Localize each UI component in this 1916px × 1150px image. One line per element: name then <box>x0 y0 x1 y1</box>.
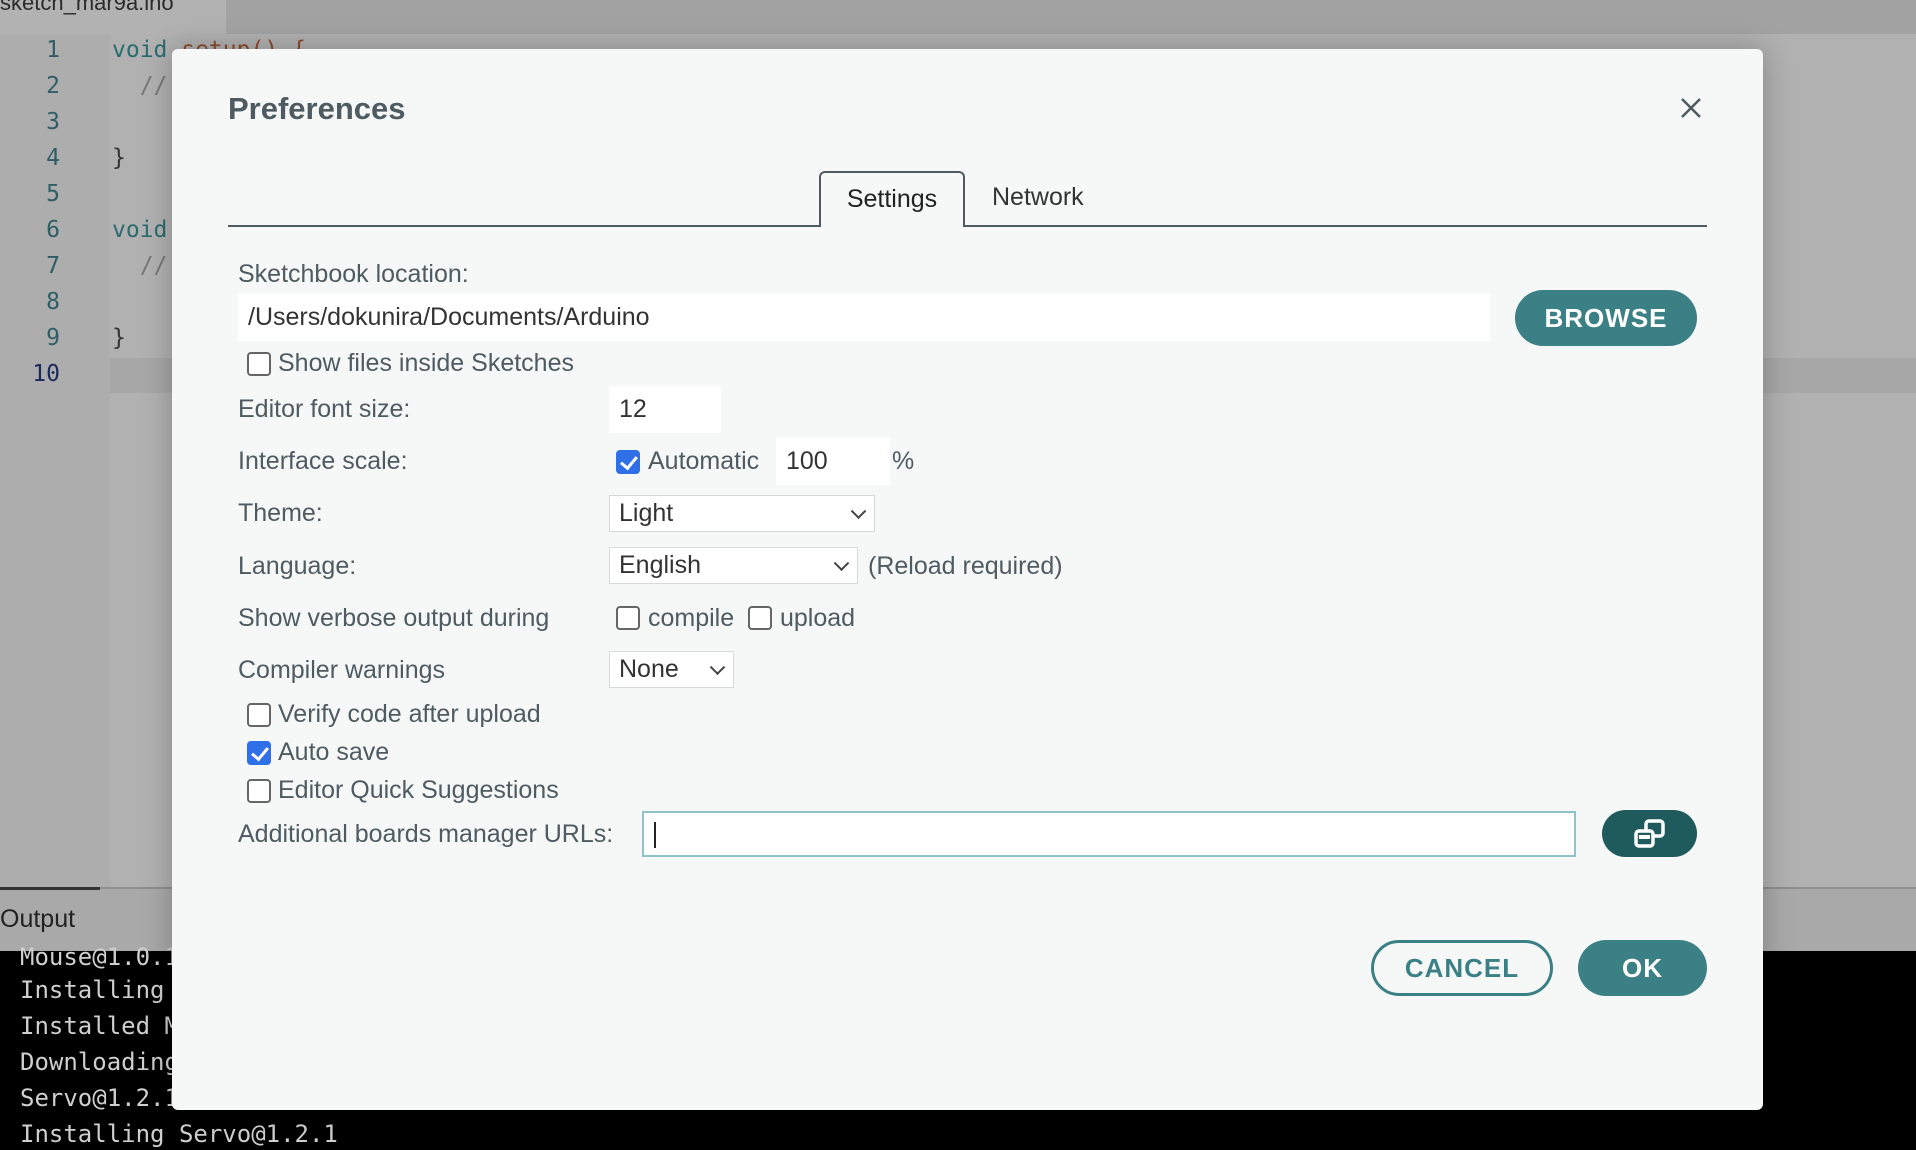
font-size-input[interactable]: 12 <box>609 386 721 433</box>
sketchbook-path-input[interactable]: /Users/dokunira/Documents/Arduino <box>238 294 1490 341</box>
editor-tab-bar <box>0 0 1916 34</box>
line-number: 4 <box>46 145 60 171</box>
chevron-down-icon <box>833 554 850 571</box>
preferences-dialog: Preferences Settings Network Sketchbook … <box>172 49 1763 1110</box>
quick-suggestions-checkbox[interactable] <box>247 779 271 803</box>
output-tab-indicator <box>0 887 100 890</box>
interface-scale-input[interactable]: 100 <box>776 438 890 485</box>
console-line: Installed M <box>20 1012 179 1040</box>
verbose-label: Show verbose output during <box>238 604 550 632</box>
language-note: (Reload required) <box>868 552 1063 580</box>
line-number: 8 <box>46 289 60 315</box>
compiler-warnings-value: None <box>619 655 679 683</box>
interface-scale-value: 100 <box>786 447 828 475</box>
verify-checkbox[interactable] <box>247 703 271 727</box>
line-number: 6 <box>46 217 60 243</box>
line-number: 7 <box>46 253 60 279</box>
verbose-compile-label: compile <box>648 604 735 632</box>
quick-suggestions-label: Editor Quick Suggestions <box>278 776 559 804</box>
verify-label: Verify code after upload <box>278 700 541 728</box>
language-select[interactable]: English <box>609 547 858 584</box>
file-tab[interactable]: sketch_mar9a.ino <box>0 0 226 34</box>
scale-unit: % <box>892 447 915 475</box>
show-files-checkbox[interactable] <box>247 352 271 376</box>
code-line-2: // <box>112 73 168 99</box>
tab-network[interactable]: Network <box>992 171 1084 227</box>
console-line: Downloading <box>20 1048 179 1076</box>
console-line: Servo@1.2.1 <box>20 1084 179 1112</box>
theme-select[interactable]: Light <box>609 495 875 532</box>
dialog-title: Preferences <box>228 91 406 126</box>
tab-settings[interactable]: Settings <box>819 171 965 227</box>
line-number: 9 <box>46 325 60 351</box>
auto-save-checkbox[interactable] <box>247 741 271 765</box>
line-number: 3 <box>46 109 60 135</box>
output-tab[interactable]: Output <box>0 905 75 934</box>
show-files-label: Show files inside Sketches <box>278 349 574 377</box>
line-number: 2 <box>46 73 60 99</box>
file-tab-label: sketch_mar9a.ino <box>0 0 174 15</box>
language-value: English <box>619 551 701 579</box>
code-keyword: void <box>112 37 168 63</box>
language-label: Language: <box>238 552 357 580</box>
theme-label: Theme: <box>238 499 323 527</box>
code-line-9: } <box>112 325 126 351</box>
line-number: 5 <box>46 181 60 207</box>
code-line-6: void <box>112 217 168 243</box>
console-line: Mouse@1.0.1 <box>20 943 179 971</box>
chevron-down-icon <box>850 502 867 519</box>
sketchbook-path-value: /Users/dokunira/Documents/Arduino <box>248 303 650 331</box>
boards-urls-input[interactable] <box>642 811 1576 857</box>
automatic-scale-checkbox[interactable] <box>616 450 640 474</box>
text-caret <box>654 822 656 848</box>
automatic-scale-label: Automatic <box>648 447 760 475</box>
sketchbook-label: Sketchbook location: <box>238 260 469 288</box>
chevron-down-icon <box>709 658 726 675</box>
ok-button[interactable]: OK <box>1578 940 1707 996</box>
auto-save-label: Auto save <box>278 738 390 766</box>
font-size-value: 12 <box>619 395 647 423</box>
line-number: 1 <box>46 37 60 63</box>
verbose-compile-checkbox[interactable] <box>616 606 640 630</box>
browse-button[interactable]: BROWSE <box>1515 290 1697 346</box>
code-line-4: } <box>112 145 126 171</box>
console-line: Installing Servo@1.2.1 <box>20 1120 338 1148</box>
console-line: Installing <box>20 976 165 1004</box>
open-urls-editor-button[interactable] <box>1602 810 1697 857</box>
interface-scale-label: Interface scale: <box>238 447 408 475</box>
cancel-button[interactable]: CANCEL <box>1371 940 1553 996</box>
compiler-warnings-select[interactable]: None <box>609 651 734 688</box>
boards-urls-label: Additional boards manager URLs: <box>238 820 614 848</box>
font-size-label: Editor font size: <box>238 395 411 423</box>
window-restore-icon <box>1633 818 1665 848</box>
compiler-warnings-label: Compiler warnings <box>238 656 446 684</box>
code-line-7: // <box>112 253 168 279</box>
tab-divider <box>228 225 1707 227</box>
close-button[interactable] <box>1676 93 1706 123</box>
verbose-upload-checkbox[interactable] <box>748 606 772 630</box>
theme-value: Light <box>619 499 674 527</box>
close-icon <box>1681 98 1701 118</box>
line-number: 10 <box>32 361 60 387</box>
verbose-upload-label: upload <box>780 604 856 632</box>
